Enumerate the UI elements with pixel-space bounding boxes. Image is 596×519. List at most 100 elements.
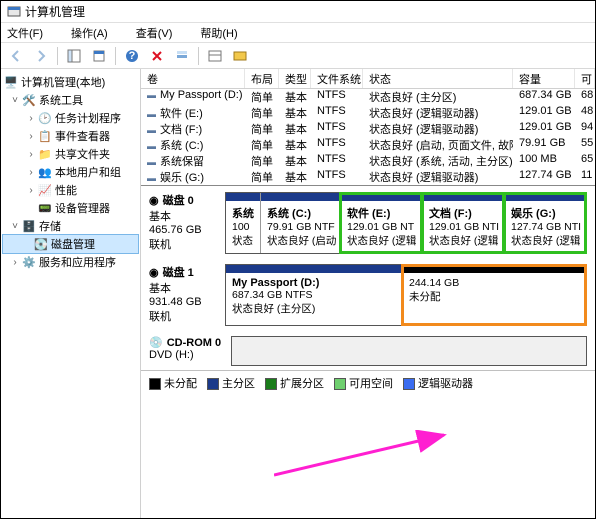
cell-cap: 127.74 GB [513,169,575,185]
partition[interactable]: 244.14 GB未分配 [402,265,586,325]
partition[interactable]: My Passport (D:)687.34 GB NTFS状态良好 (主分区) [226,265,402,325]
tree-root[interactable]: 🖥️计算机管理(本地) [3,73,138,91]
expand-icon[interactable]: › [25,131,37,142]
expand-icon[interactable]: › [25,113,37,124]
col-filesystem[interactable]: 文件系统 [311,69,363,88]
tree-services-apps[interactable]: ›⚙️服务和应用程序 [3,253,138,271]
help-button[interactable]: ? [121,45,143,67]
cell-fs: NTFS [311,137,363,153]
disk-graphical-view[interactable]: ◉磁盘 0 基本 465.76 GB 联机 系统100状态系统 (C:)79.9… [141,185,595,518]
cell-type: 基本 [279,137,311,153]
volume-list[interactable]: My Passport (D:)简单基本NTFS状态良好 (主分区)687.34… [141,89,595,185]
view-graphic-button[interactable] [229,45,251,67]
action-button[interactable] [171,45,193,67]
cell-status: 状态良好 (主分区) [363,89,513,105]
tree-shared-folders[interactable]: ›📁共享文件夹 [3,145,138,163]
legend-logical: 逻辑驱动器 [403,375,473,391]
tree-local-users[interactable]: ›👥本地用户和组 [3,163,138,181]
storage-icon: 🗄️ [21,220,37,233]
separator [115,47,116,65]
cell-vol: 系统保留 [141,153,245,169]
legend-primary: 主分区 [207,375,255,391]
tree-systools[interactable]: ˅🛠️系统工具 [3,91,138,109]
cell-free: 65 [575,153,595,169]
disk-0-header: ◉磁盘 0 基本 465.76 GB 联机 [149,192,225,254]
navigation-tree[interactable]: 🖥️计算机管理(本地) ˅🛠️系统工具 ›🕑任务计划程序 ›📋事件查看器 ›📁共… [1,69,141,518]
disk-1-header: ◉磁盘 1 基本 931.48 GB 联机 [149,264,225,326]
cell-fs: NTFS [311,89,363,105]
col-free[interactable]: 可 [575,69,595,88]
cell-status: 状态良好 (系统, 活动, 主分区) [363,153,513,169]
tree-task-scheduler[interactable]: ›🕑任务计划程序 [3,109,138,127]
volume-row[interactable]: 娱乐 (G:)简单基本NTFS状态良好 (逻辑驱动器)127.74 GB11 [141,169,595,185]
tree-storage[interactable]: ˅🗄️存储 [3,217,138,235]
properties-button[interactable] [88,45,110,67]
cdrom-band [231,336,587,366]
app-icon [7,5,21,19]
partition[interactable]: 文档 (F:)129.01 GB NTI状态良好 (逻辑 [422,193,504,253]
cdrom-0[interactable]: 💿CD-ROM 0 DVD (H:) [141,330,595,370]
menu-help[interactable]: 帮助(H) [200,25,251,41]
legend: 未分配 主分区 扩展分区 可用空间 逻辑驱动器 [141,370,595,395]
cell-vol: 软件 (E:) [141,105,245,121]
volume-row[interactable]: 文档 (F:)简单基本NTFS状态良好 (逻辑驱动器)129.01 GB94 [141,121,595,137]
delete-button[interactable] [146,45,168,67]
partition[interactable]: 系统100状态 [226,193,260,253]
cell-cap: 129.01 GB [513,105,575,121]
back-button[interactable] [5,45,27,67]
window-title: 计算机管理 [25,3,85,20]
expand-icon[interactable]: › [25,185,37,196]
tree-event-viewer[interactable]: ›📋事件查看器 [3,127,138,145]
cell-vol: 系统 (C:) [141,137,245,153]
col-volume[interactable]: 卷 [141,69,245,88]
volume-row[interactable]: 系统保留简单基本NTFS状态良好 (系统, 活动, 主分区)100 MB65 [141,153,595,169]
menu-file[interactable]: 文件(F) [7,25,57,41]
menu-view[interactable]: 查看(V) [136,25,187,41]
clock-icon: 🕑 [37,112,53,125]
cell-vol: 娱乐 (G:) [141,169,245,185]
disk-1-partitions: My Passport (D:)687.34 GB NTFS状态良好 (主分区)… [225,264,587,326]
menu-bar: 文件(F) 操作(A) 查看(V) 帮助(H) [1,23,595,43]
cell-free: 94 [575,121,595,137]
cell-status: 状态良好 (启动, 页面文件, 故障转储, 主分区) [363,137,513,153]
disk-0[interactable]: ◉磁盘 0 基本 465.76 GB 联机 系统100状态系统 (C:)79.9… [141,186,595,258]
partition[interactable]: 娱乐 (G:)127.74 GB NTI状态良好 (逻辑 [504,193,586,253]
expand-icon[interactable]: › [25,149,37,160]
cell-layout: 简单 [245,105,279,121]
view-list-button[interactable] [204,45,226,67]
col-status[interactable]: 状态 [363,69,513,88]
col-type[interactable]: 类型 [279,69,311,88]
volume-row[interactable]: 系统 (C:)简单基本NTFS状态良好 (启动, 页面文件, 故障转储, 主分区… [141,137,595,153]
collapse-icon[interactable]: ˅ [9,221,21,232]
menu-action[interactable]: 操作(A) [71,25,122,41]
col-layout[interactable]: 布局 [245,69,279,88]
cell-free: 48 [575,105,595,121]
legend-extended: 扩展分区 [265,375,324,391]
cell-free: 55 [575,137,595,153]
partition[interactable]: 软件 (E:)129.01 GB NT状态良好 (逻辑 [340,193,422,253]
cell-type: 基本 [279,105,311,121]
tools-icon: 🛠️ [21,94,37,107]
disk-1[interactable]: ◉磁盘 1 基本 931.48 GB 联机 My Passport (D:)68… [141,258,595,330]
separator [198,47,199,65]
forward-button[interactable] [30,45,52,67]
volume-row[interactable]: 软件 (E:)简单基本NTFS状态良好 (逻辑驱动器)129.01 GB48 [141,105,595,121]
col-capacity[interactable]: 容量 [513,69,575,88]
show-hide-tree-button[interactable] [63,45,85,67]
toolbar: ? [1,43,595,69]
cell-type: 基本 [279,169,311,185]
tree-performance[interactable]: ›📈性能 [3,181,138,199]
services-icon: ⚙️ [21,256,37,269]
cell-cap: 100 MB [513,153,575,169]
volume-row[interactable]: My Passport (D:)简单基本NTFS状态良好 (主分区)687.34… [141,89,595,105]
disk-0-partitions: 系统100状态系统 (C:)79.91 GB NTF状态良好 (启动软件 (E:… [225,192,587,254]
tree-device-manager[interactable]: 📟设备管理器 [3,199,138,217]
partition[interactable]: 系统 (C:)79.91 GB NTF状态良好 (启动 [260,193,340,253]
cell-fs: NTFS [311,169,363,185]
tree-disk-management[interactable]: 💽磁盘管理 [3,235,138,253]
cell-status: 状态良好 (逻辑驱动器) [363,121,513,137]
cell-type: 基本 [279,89,311,105]
expand-icon[interactable]: › [9,257,21,268]
expand-icon[interactable]: › [25,167,37,178]
collapse-icon[interactable]: ˅ [9,95,21,106]
